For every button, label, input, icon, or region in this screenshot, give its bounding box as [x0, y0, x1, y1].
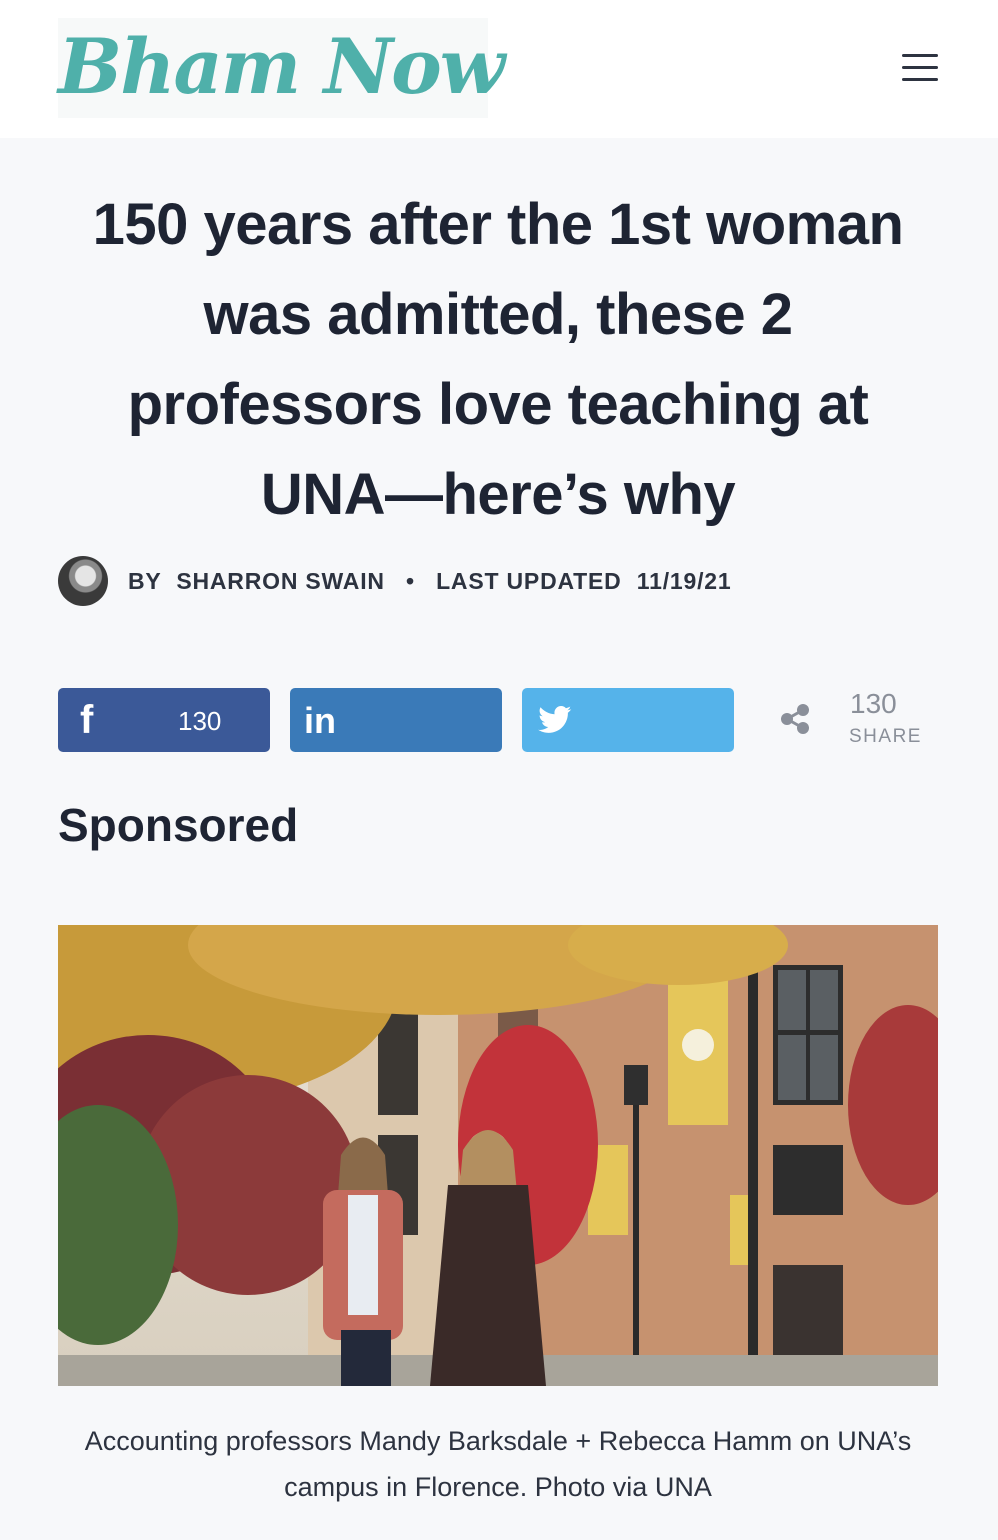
by-label: BY — [128, 568, 162, 594]
sponsored-label: Sponsored — [58, 799, 299, 851]
byline: BY SHARRON SWAIN • LAST UPDATED 11/19/21 — [128, 568, 731, 595]
hamburger-menu-icon[interactable] — [898, 50, 942, 86]
photo-caption: Accounting professors Mandy Barksdale + … — [84, 1426, 912, 1502]
site-header: Bham Now — [0, 0, 998, 138]
author-avatar[interactable] — [58, 556, 108, 606]
updated-date: 11/19/21 — [636, 568, 732, 594]
facebook-icon: f — [80, 698, 94, 742]
meta-separator: • — [406, 568, 415, 594]
total-share-label: SHARE — [849, 726, 922, 747]
article-title: 150 years after the 1st woman was admitt… — [92, 192, 904, 527]
linkedin-share-button[interactable]: in — [290, 688, 502, 752]
share-buttons: f 130 in 130 SHARE — [58, 688, 938, 752]
updated-label: LAST UPDATED — [436, 568, 622, 594]
twitter-share-button[interactable] — [522, 688, 734, 752]
site-logo[interactable]: Bham Now — [58, 18, 505, 118]
logo-text: Bham Now — [58, 22, 505, 111]
linkedin-icon: in — [304, 700, 336, 741]
article-meta: BY SHARRON SWAIN • LAST UPDATED 11/19/21 — [58, 554, 938, 608]
featured-photo — [58, 925, 938, 1386]
featured-photo-illustration — [58, 925, 938, 1386]
total-share-counter: 130 SHARE — [778, 688, 938, 752]
author-name[interactable]: SHARRON SWAIN — [176, 568, 384, 594]
share-icon — [781, 704, 809, 734]
twitter-icon — [538, 706, 572, 733]
facebook-share-button[interactable]: f 130 — [58, 688, 270, 752]
facebook-share-count: 130 — [178, 706, 222, 736]
total-share-count: 130 — [850, 688, 897, 719]
